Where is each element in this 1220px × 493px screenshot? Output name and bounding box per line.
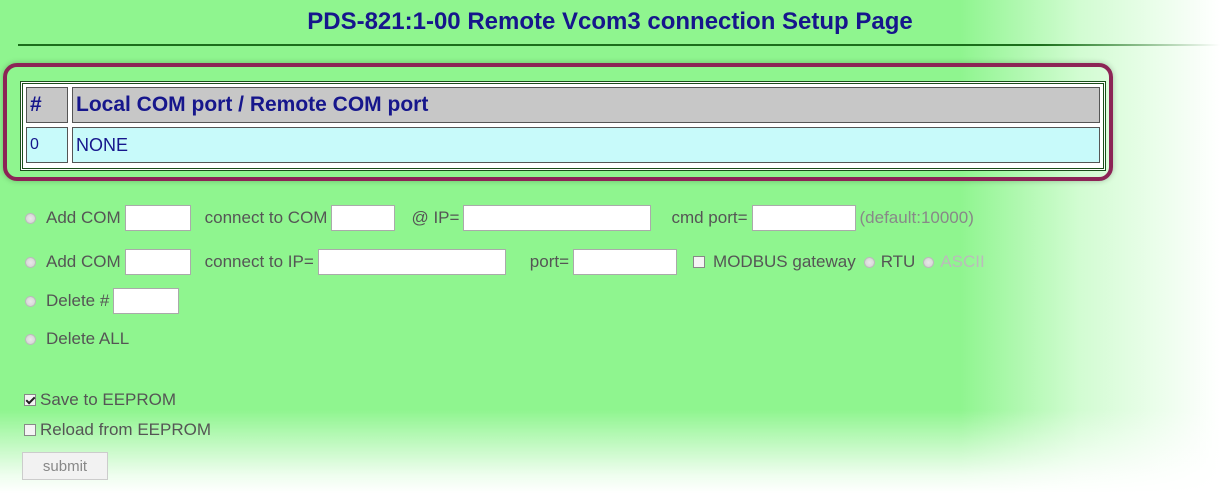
title-divider: [18, 44, 1220, 46]
delete-all-radio[interactable]: [25, 333, 36, 345]
header-port: Local COM port / Remote COM port: [72, 87, 1100, 123]
delete-one-row: Delete #: [25, 287, 183, 315]
default-port-note: (default:10000): [859, 208, 974, 227]
delete-all-label: Delete ALL: [46, 329, 130, 348]
local-com-input[interactable]: [124, 205, 191, 231]
modbus-gateway-checkbox[interactable]: [693, 256, 706, 268]
delete-all-row: Delete ALL: [25, 325, 129, 353]
save-eeprom-label: Save to EEPROM: [40, 390, 177, 409]
submit-button[interactable]: submit: [22, 452, 108, 480]
reload-eeprom-label: Reload from EEPROM: [40, 420, 211, 439]
connect-to-com-label: connect to COM: [204, 208, 328, 227]
com-port-table: # Local COM port / Remote COM port 0 NON…: [20, 81, 1106, 171]
modbus-gateway-label: MODBUS gateway: [713, 252, 856, 271]
save-eeprom-row: Save to EEPROM: [24, 386, 176, 414]
reload-eeprom-checkbox[interactable]: [24, 424, 36, 436]
table-row: 0 NONE: [26, 127, 1100, 163]
cmd-port-input[interactable]: [751, 205, 856, 231]
remote-ip-input[interactable]: [317, 249, 506, 275]
rtu-radio[interactable]: [863, 256, 875, 268]
ascii-label: ASCII: [940, 252, 985, 271]
delete-one-label: Delete #: [46, 291, 110, 310]
add-com-label: Add COM: [46, 252, 121, 271]
add-com-to-ip-row: Add COM connect to IP= port= MODBUS gate…: [25, 248, 985, 276]
remote-com-input[interactable]: [331, 205, 396, 231]
row-port: NONE: [72, 127, 1100, 163]
add-com-label: Add COM: [46, 208, 121, 227]
row-num: 0: [26, 127, 68, 163]
remote-ip-input[interactable]: [463, 205, 652, 231]
delete-one-radio[interactable]: [25, 295, 36, 307]
rtu-label: RTU: [880, 252, 916, 271]
header-num: #: [26, 87, 68, 123]
add-com-to-com-radio[interactable]: [25, 212, 36, 224]
reload-eeprom-row: Reload from EEPROM: [24, 416, 211, 444]
save-eeprom-checkbox[interactable]: [24, 394, 36, 406]
port-input[interactable]: [573, 249, 678, 275]
setup-page: PDS-821:1-00 Remote Vcom3 connection Set…: [0, 0, 1220, 493]
connect-to-ip-label: connect to IP=: [204, 252, 314, 271]
port-label: port=: [529, 252, 570, 271]
table-header-row: # Local COM port / Remote COM port: [26, 87, 1100, 123]
local-com-input[interactable]: [124, 249, 191, 275]
page-title: PDS-821:1-00 Remote Vcom3 connection Set…: [307, 8, 913, 35]
ip-label: @ IP=: [411, 208, 460, 227]
add-com-to-ip-radio[interactable]: [25, 256, 36, 268]
cmd-port-label: cmd port=: [671, 208, 748, 227]
delete-index-input[interactable]: [113, 288, 180, 314]
ascii-radio[interactable]: [923, 256, 935, 268]
add-com-to-com-row: Add COM connect to COM @ IP= cmd port= (…: [25, 204, 974, 232]
